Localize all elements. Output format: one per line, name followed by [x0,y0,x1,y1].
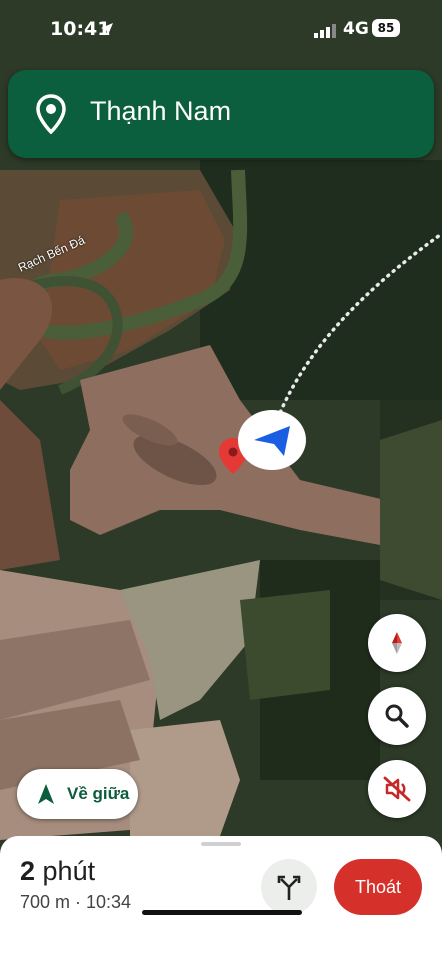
location-arrow-icon [101,23,113,35]
network-type: 4G [343,19,369,39]
sound-off-icon [383,776,411,802]
eta-unit: phút [35,856,96,886]
signal-bars-icon [314,24,336,38]
trip-distance-arrival: 700 m · 10:34 [20,892,132,912]
battery-indicator: 85 [372,19,400,37]
recenter-label: Về giữa [67,784,130,803]
status-bar: 10:41 4G 85 [0,0,442,60]
eta-number: 2 [20,856,36,886]
navigation-arrow-icon [238,410,306,470]
recenter-button[interactable]: Về giữa [17,769,138,819]
home-indicator[interactable] [142,910,302,915]
exit-navigation-button[interactable]: Thoát [334,859,422,915]
search-icon [385,704,409,728]
compass-icon [392,632,402,654]
fork-route-icon [277,875,301,900]
destination-header[interactable]: Thạnh Nam [8,70,434,158]
trip-summary-panel[interactable]: 2 phút 700 m · 10:34 Thoát [0,836,442,960]
eta-time: 2 phút [20,856,95,887]
mute-button[interactable] [368,760,426,818]
destination-name: Thạnh Nam [90,96,232,126]
navigation-arrow-icon [38,784,54,804]
search-button[interactable] [368,687,426,745]
alternate-routes-button[interactable] [261,859,317,915]
compass-button[interactable] [368,614,426,672]
drag-handle[interactable] [201,842,241,846]
location-pin-icon [36,94,66,134]
